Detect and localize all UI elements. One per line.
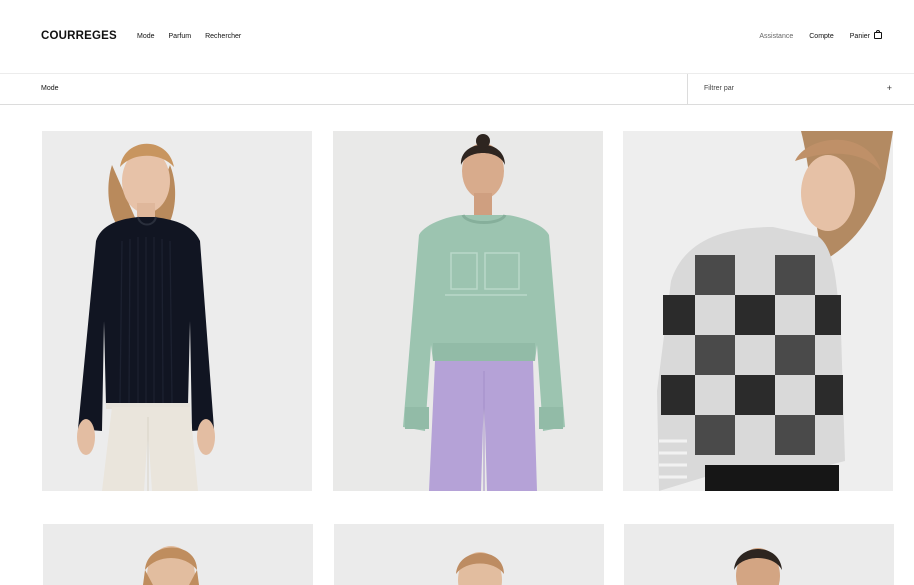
account-link[interactable]: Compte: [809, 33, 834, 40]
site-header: COURREGES Mode Parfum Rechercher Assista…: [0, 0, 914, 74]
assistance-link[interactable]: Assistance: [759, 33, 793, 40]
nav-parfum[interactable]: Parfum: [169, 33, 192, 40]
product-image-5: [334, 524, 604, 585]
product-image-check-sweater: [623, 131, 893, 491]
product-card-2[interactable]: [333, 131, 603, 491]
filter-label: Filtrer par: [704, 85, 734, 92]
filter-dropdown[interactable]: Filtrer par +: [687, 74, 914, 104]
brand-logo[interactable]: COURREGES: [41, 30, 117, 42]
cart-label: Panier: [849, 33, 870, 40]
product-card-4[interactable]: [43, 524, 313, 585]
filter-bar: Mode Filtrer par +: [0, 74, 914, 105]
product-card-6[interactable]: [624, 524, 894, 585]
product-card-3[interactable]: [623, 131, 893, 491]
shopping-bag-icon: [874, 30, 882, 39]
nav-mode[interactable]: Mode: [137, 33, 155, 40]
product-image-6: [624, 524, 894, 585]
product-image-mint-sweatshirt: [333, 131, 603, 491]
breadcrumb[interactable]: Mode: [41, 85, 59, 92]
product-image-black-sweater: [42, 131, 312, 491]
product-card-1[interactable]: [42, 131, 312, 491]
plus-icon: +: [886, 83, 892, 93]
product-image-4: [43, 524, 313, 585]
cart-link[interactable]: Panier: [849, 30, 882, 40]
utility-nav: Assistance Compte Panier: [759, 30, 882, 40]
product-card-5[interactable]: [334, 524, 604, 585]
main-nav: Mode Parfum Rechercher: [137, 33, 241, 40]
nav-rechercher[interactable]: Rechercher: [205, 33, 241, 40]
